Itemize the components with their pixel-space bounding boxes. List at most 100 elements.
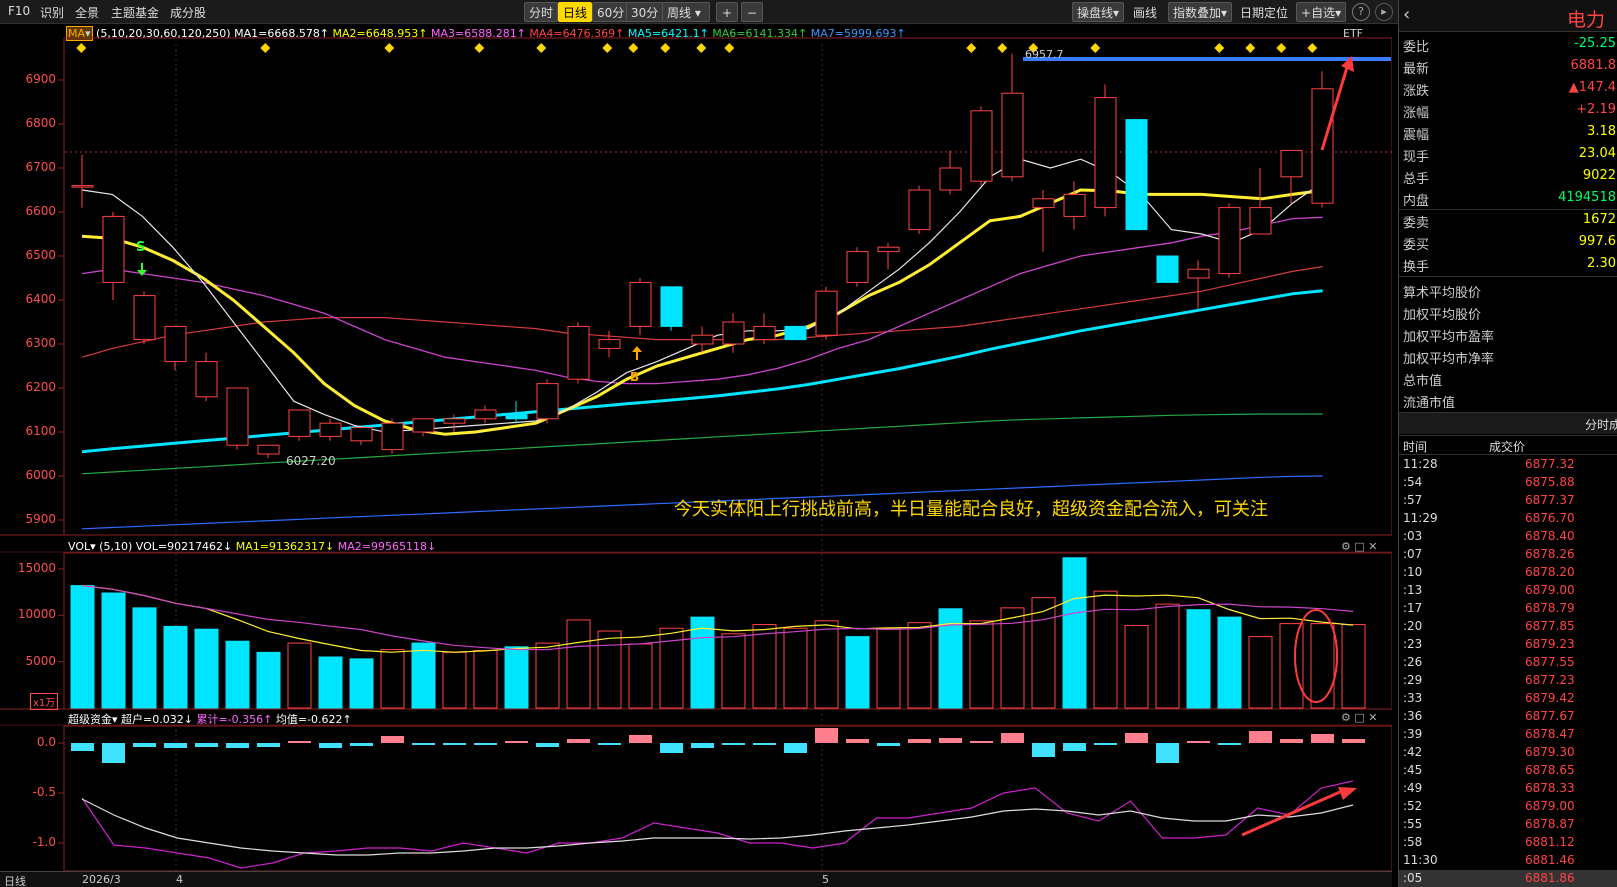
tick-row[interactable]: :52 6879.00 — [1399, 798, 1617, 816]
ma-line-ma6 — [81, 413, 1323, 475]
tick-price: 6879.00 — [1525, 583, 1575, 597]
tick-row[interactable]: :03 6878.40 — [1399, 528, 1617, 546]
quote-value: 6881.8 — [1570, 58, 1617, 73]
tick-price: 6878.20 — [1525, 565, 1575, 579]
tick-row[interactable]: :45 6878.65 — [1399, 762, 1617, 780]
price-tick-label: 6000 — [25, 468, 56, 482]
candle-body — [102, 215, 125, 283]
volume-bar — [628, 643, 653, 709]
candle-body — [443, 418, 466, 424]
date-label: 4 — [176, 873, 183, 886]
period-kind-label[interactable]: 日线 — [4, 873, 26, 887]
tick-price: 6878.26 — [1525, 547, 1575, 561]
quote-row: 换手 2.30 — [1399, 254, 1617, 275]
tick-row[interactable]: :39 6878.47 — [1399, 726, 1617, 744]
fund-bar — [939, 738, 962, 743]
close-icon[interactable]: ✕ — [1368, 540, 1377, 553]
tick-time: :42 — [1403, 745, 1423, 759]
candle-body — [1218, 207, 1241, 275]
fund-cumulative-value: 累计=-0.356↑ — [196, 713, 273, 726]
fund-bar — [474, 743, 497, 745]
tick-row[interactable]: :29 6877.23 — [1399, 672, 1617, 690]
candle-body — [1187, 268, 1210, 279]
tick-row[interactable]: :42 6879.30 — [1399, 744, 1617, 762]
settings-icon[interactable]: ⚙ — [1341, 540, 1351, 553]
quote-row: 涨幅 +2.19 — [1399, 100, 1617, 121]
fund-bar — [443, 743, 466, 745]
tick-row[interactable]: :54 6875.88 — [1399, 474, 1617, 492]
candle-body — [319, 422, 342, 437]
candle-body — [908, 189, 931, 231]
settings-icon[interactable]: ⚙ — [1341, 711, 1351, 724]
close-icon[interactable]: ✕ — [1368, 711, 1377, 724]
event-marker — [997, 43, 1008, 53]
date-axis: 日线 2026/3 4 5 — [0, 871, 1392, 887]
tick-row[interactable]: :23 6879.23 — [1399, 636, 1617, 654]
quote-value: 4194518 — [1558, 190, 1616, 205]
candle-body — [1280, 149, 1303, 178]
fund-bar — [133, 743, 156, 747]
tick-row[interactable]: :17 6878.79 — [1399, 600, 1617, 618]
quote-metric-row[interactable]: 加权平均市盈率 — [1399, 324, 1617, 345]
maximize-icon[interactable]: □ — [1354, 711, 1364, 724]
quote-metric-row[interactable]: 流通市值 — [1399, 390, 1617, 411]
tick-row[interactable]: 11:28 6877.32 — [1399, 456, 1617, 474]
tick-price: 6878.47 — [1525, 727, 1575, 741]
quote-metric-row[interactable]: 加权平均市净率 — [1399, 346, 1617, 367]
fund-line — [81, 798, 1354, 856]
vol-selector[interactable]: VOL — [68, 540, 90, 553]
vol-params: (5,10) — [99, 540, 133, 553]
tick-price: 6879.00 — [1525, 799, 1575, 813]
tick-row[interactable]: :49 6878.33 — [1399, 780, 1617, 798]
tick-time: 11:28 — [1403, 457, 1438, 471]
quote-label: 委买 — [1403, 238, 1430, 253]
event-marker — [76, 43, 87, 53]
tick-row[interactable]: :26 6877.55 — [1399, 654, 1617, 672]
fund-bar — [288, 741, 311, 743]
quote-row: 涨跌 ▲147.4 — [1399, 78, 1617, 99]
fund-bar — [257, 743, 280, 747]
tick-row[interactable]: :57 6877.37 — [1399, 492, 1617, 510]
tick-row[interactable]: :33 6879.42 — [1399, 690, 1617, 708]
tick-time: :23 — [1403, 637, 1423, 651]
quote-row: 委卖 1672 — [1399, 210, 1617, 231]
maximize-icon[interactable]: □ — [1354, 540, 1364, 553]
fund-bar — [753, 743, 776, 745]
quote-metric-row[interactable]: 总市值 — [1399, 368, 1617, 389]
tick-row[interactable]: :07 6878.26 — [1399, 546, 1617, 564]
tick-row[interactable]: :20 6877.85 — [1399, 618, 1617, 636]
fund-selector[interactable]: 超级资金 — [68, 713, 112, 726]
quote-metric-row[interactable]: 加权平均股价 — [1399, 302, 1617, 323]
tick-row[interactable]: :58 6881.12 — [1399, 834, 1617, 852]
tick-row[interactable]: :55 6878.87 — [1399, 816, 1617, 834]
volume-bar — [907, 622, 932, 709]
tick-price: 6878.40 — [1525, 529, 1575, 543]
fund-bar — [195, 743, 218, 747]
tick-price: 6878.33 — [1525, 781, 1575, 795]
candle-body — [970, 110, 993, 182]
tick-row[interactable]: :05 6881.86 — [1399, 870, 1617, 887]
tick-row[interactable]: 11:30 6881.46 — [1399, 852, 1617, 870]
fund-bar — [381, 736, 404, 743]
security-name: 电力 — [1567, 9, 1606, 31]
fund-bar — [226, 743, 249, 748]
tick-row[interactable]: :36 6877.67 — [1399, 708, 1617, 726]
quote-metric-row[interactable]: 算术平均股价 — [1399, 280, 1617, 301]
date-label: 5 — [822, 873, 829, 886]
tick-row[interactable]: :10 6878.20 — [1399, 564, 1617, 582]
back-arrow-icon[interactable]: ‹ — [1403, 4, 1410, 25]
candle-body — [722, 321, 745, 345]
event-marker — [384, 43, 395, 53]
kline-chart[interactable] — [0, 0, 1392, 887]
volume-bar — [411, 642, 436, 709]
volume-bar — [969, 620, 994, 709]
fund-bar — [1063, 743, 1086, 751]
price-tick-label: 6800 — [25, 116, 56, 130]
tick-row[interactable]: :13 6879.00 — [1399, 582, 1617, 600]
quote-label: 现手 — [1403, 150, 1430, 165]
volume-bar — [504, 646, 529, 709]
tick-row[interactable]: 11:29 6876.70 — [1399, 510, 1617, 528]
candle-body — [939, 167, 962, 191]
volume-bar — [1217, 616, 1242, 709]
tick-price: 6879.23 — [1525, 637, 1575, 651]
